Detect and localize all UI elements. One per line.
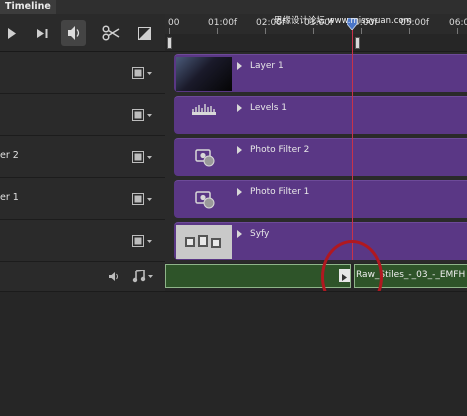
audio-track-header[interactable] bbox=[0, 263, 165, 291]
expand-arrow-icon[interactable] bbox=[237, 146, 242, 154]
clip-thumbnail bbox=[176, 57, 232, 91]
track-header-levels-1[interactable] bbox=[0, 94, 165, 136]
track-header-photo-filter-2[interactable]: er 2 bbox=[0, 136, 165, 178]
ruler-label: 00 bbox=[168, 18, 180, 28]
empty-timeline-area bbox=[0, 291, 467, 416]
clip-name: Levels 1 bbox=[250, 103, 288, 113]
step-forward-button[interactable] bbox=[34, 18, 50, 48]
volume-icon bbox=[68, 26, 80, 40]
work-area-start-handle[interactable] bbox=[167, 37, 172, 49]
syfy-logo-thumbnail bbox=[176, 225, 232, 259]
mute-audio-button[interactable] bbox=[61, 20, 86, 46]
levels-icon bbox=[192, 104, 216, 115]
clip-name: Layer 1 bbox=[250, 61, 284, 71]
transition-button[interactable] bbox=[136, 18, 152, 48]
work-area-end-handle[interactable] bbox=[355, 37, 360, 49]
track-name: er 2 bbox=[0, 150, 19, 161]
track-name: er 1 bbox=[0, 192, 19, 203]
speaker-icon[interactable] bbox=[108, 271, 120, 282]
film-strip-icon[interactable] bbox=[132, 192, 152, 206]
clip-levels-1[interactable]: Levels 1 bbox=[174, 96, 467, 134]
track-header-photo-filter-1[interactable]: er 1 bbox=[0, 178, 165, 220]
photo-filter-icon bbox=[195, 191, 215, 209]
playhead-line bbox=[352, 24, 353, 260]
expand-arrow-icon[interactable] bbox=[237, 188, 242, 196]
panel-tab-bar: Timeline bbox=[0, 0, 467, 14]
expand-arrow-icon[interactable] bbox=[237, 104, 242, 112]
music-note-icon[interactable] bbox=[132, 270, 154, 283]
track-headers: er 2 er 1 bbox=[0, 52, 165, 291]
clip-layer-1[interactable]: Layer 1 bbox=[174, 54, 467, 92]
track-header-layer-1[interactable] bbox=[0, 52, 165, 94]
clip-photo-filter-2[interactable]: Photo Filter 2 bbox=[174, 138, 467, 176]
ruler-label: 06:0 bbox=[449, 18, 467, 28]
scissors-icon bbox=[102, 25, 120, 41]
clip-photo-filter-1[interactable]: Photo Filter 1 bbox=[174, 180, 467, 218]
clip-syfy[interactable]: Syfy bbox=[174, 222, 467, 260]
clip-name: Syfy bbox=[250, 229, 270, 239]
ruler-tick bbox=[313, 28, 314, 34]
clip-name: Photo Filter 1 bbox=[250, 187, 310, 197]
ruler-tick bbox=[217, 28, 218, 34]
ruler-tick bbox=[361, 28, 362, 34]
clip-name: Photo Filter 2 bbox=[250, 145, 310, 155]
watermark: 思缘设计论坛 www.missyuan.com bbox=[274, 16, 412, 26]
ruler-tick bbox=[457, 28, 458, 34]
ruler-tick bbox=[169, 28, 170, 34]
film-strip-icon[interactable] bbox=[132, 108, 152, 122]
expand-arrow-icon[interactable] bbox=[237, 62, 242, 70]
step-forward-icon bbox=[36, 28, 47, 38]
ruler-tick bbox=[265, 28, 266, 34]
ruler-label: 01:00f bbox=[208, 18, 238, 28]
play-button[interactable] bbox=[4, 18, 20, 48]
film-strip-icon[interactable] bbox=[132, 66, 152, 80]
work-area-bar[interactable] bbox=[165, 34, 467, 52]
photo-filter-icon bbox=[195, 149, 215, 167]
play-icon bbox=[8, 27, 16, 39]
transition-icon bbox=[137, 26, 151, 40]
split-at-playhead-button[interactable] bbox=[101, 18, 121, 48]
film-strip-icon[interactable] bbox=[132, 150, 152, 164]
expand-arrow-icon[interactable] bbox=[237, 230, 242, 238]
tab-timeline[interactable]: Timeline bbox=[0, 0, 56, 14]
ruler-tick bbox=[409, 28, 410, 34]
track-header-syfy[interactable] bbox=[0, 220, 165, 262]
film-strip-icon[interactable] bbox=[132, 234, 152, 248]
